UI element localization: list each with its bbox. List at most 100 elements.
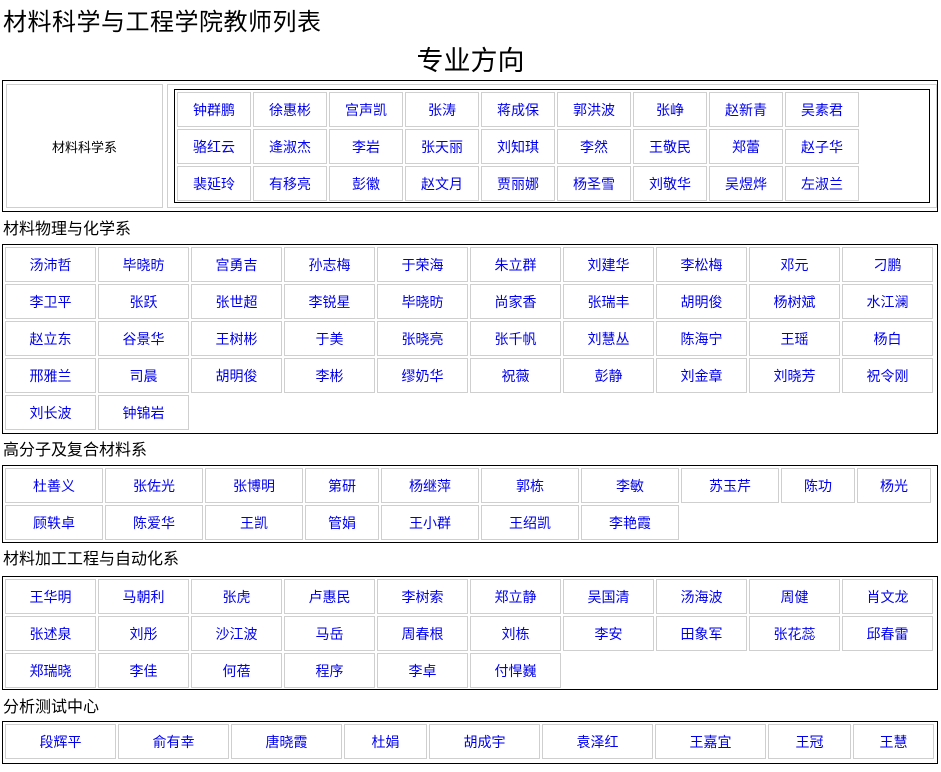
teacher-link[interactable]: 周健 bbox=[749, 579, 840, 614]
teacher-link[interactable]: 于荣海 bbox=[377, 247, 468, 282]
teacher-link[interactable]: 贾丽娜 bbox=[481, 166, 555, 201]
teacher-link[interactable]: 刘彤 bbox=[98, 616, 189, 651]
teacher-link[interactable]: 张峥 bbox=[633, 92, 707, 127]
teacher-link[interactable]: 朱立群 bbox=[470, 247, 561, 282]
teacher-link[interactable]: 刘长波 bbox=[5, 395, 96, 430]
teacher-link[interactable]: 骆红云 bbox=[177, 129, 251, 164]
teacher-link[interactable]: 郑蕾 bbox=[709, 129, 783, 164]
teacher-link[interactable]: 钟锦岩 bbox=[98, 395, 189, 430]
teacher-link[interactable]: 杨白 bbox=[842, 321, 933, 356]
teacher-link[interactable]: 刘慧丛 bbox=[563, 321, 654, 356]
teacher-link[interactable]: 谷景华 bbox=[98, 321, 189, 356]
teacher-link[interactable]: 何蓓 bbox=[191, 653, 282, 688]
teacher-link[interactable]: 顾轶卓 bbox=[5, 505, 103, 540]
teacher-link[interactable]: 程序 bbox=[284, 653, 375, 688]
teacher-link[interactable]: 吴国清 bbox=[563, 579, 654, 614]
teacher-link[interactable]: 水江澜 bbox=[842, 284, 933, 319]
teacher-link[interactable]: 司晨 bbox=[98, 358, 189, 393]
teacher-link[interactable]: 段辉平 bbox=[5, 724, 116, 759]
teacher-link[interactable]: 赵立东 bbox=[5, 321, 96, 356]
teacher-link[interactable]: 有移亮 bbox=[253, 166, 327, 201]
teacher-link[interactable]: 郭栋 bbox=[481, 468, 579, 503]
teacher-link[interactable]: 胡明俊 bbox=[656, 284, 747, 319]
teacher-link[interactable]: 邢雅兰 bbox=[5, 358, 96, 393]
teacher-link[interactable]: 左淑兰 bbox=[785, 166, 859, 201]
teacher-link[interactable]: 张千帆 bbox=[470, 321, 561, 356]
teacher-link[interactable]: 杜善义 bbox=[5, 468, 103, 503]
teacher-link[interactable]: 赵新青 bbox=[709, 92, 783, 127]
teacher-link[interactable]: 马朝利 bbox=[98, 579, 189, 614]
teacher-link[interactable]: 杨树斌 bbox=[749, 284, 840, 319]
teacher-link[interactable]: 张瑞丰 bbox=[563, 284, 654, 319]
teacher-link[interactable]: 李彬 bbox=[284, 358, 375, 393]
teacher-link[interactable]: 张跃 bbox=[98, 284, 189, 319]
teacher-link[interactable]: 李卫平 bbox=[5, 284, 96, 319]
teacher-link[interactable]: 肖文龙 bbox=[842, 579, 933, 614]
teacher-link[interactable]: 李然 bbox=[557, 129, 631, 164]
teacher-link[interactable]: 王瑶 bbox=[749, 321, 840, 356]
teacher-link[interactable]: 李松梅 bbox=[656, 247, 747, 282]
teacher-link[interactable]: 张佐光 bbox=[105, 468, 203, 503]
teacher-link[interactable]: 张博明 bbox=[205, 468, 303, 503]
teacher-link[interactable]: 胡明俊 bbox=[191, 358, 282, 393]
teacher-link[interactable]: 杨圣雪 bbox=[557, 166, 631, 201]
teacher-link[interactable]: 李艳霞 bbox=[581, 505, 679, 540]
teacher-link[interactable]: 吴煜烨 bbox=[709, 166, 783, 201]
teacher-link[interactable]: 陈功 bbox=[781, 468, 855, 503]
teacher-link[interactable]: 李敏 bbox=[581, 468, 679, 503]
teacher-link[interactable]: 王凯 bbox=[205, 505, 303, 540]
teacher-link[interactable]: 钟群鹏 bbox=[177, 92, 251, 127]
teacher-link[interactable]: 郭洪波 bbox=[557, 92, 631, 127]
teacher-link[interactable]: 吴素君 bbox=[785, 92, 859, 127]
teacher-link[interactable]: 赵子华 bbox=[785, 129, 859, 164]
teacher-link[interactable]: 王慧 bbox=[853, 724, 934, 759]
teacher-link[interactable]: 王绍凯 bbox=[481, 505, 579, 540]
teacher-link[interactable]: 彭徽 bbox=[329, 166, 403, 201]
teacher-link[interactable]: 李锐星 bbox=[284, 284, 375, 319]
teacher-link[interactable]: 逄淑杰 bbox=[253, 129, 327, 164]
teacher-link[interactable]: 杨光 bbox=[857, 468, 931, 503]
teacher-link[interactable]: 刘金章 bbox=[656, 358, 747, 393]
teacher-link[interactable]: 刘敬华 bbox=[633, 166, 707, 201]
teacher-link[interactable]: 刁鹏 bbox=[842, 247, 933, 282]
teacher-link[interactable]: 祝薇 bbox=[470, 358, 561, 393]
teacher-link[interactable]: 李卓 bbox=[377, 653, 468, 688]
teacher-link[interactable]: 张涛 bbox=[405, 92, 479, 127]
teacher-link[interactable]: 杜娟 bbox=[344, 724, 427, 759]
teacher-link[interactable]: 王嘉宜 bbox=[655, 724, 766, 759]
teacher-link[interactable]: 毕晓昉 bbox=[98, 247, 189, 282]
teacher-link[interactable]: 沙江波 bbox=[191, 616, 282, 651]
teacher-link[interactable]: 李佳 bbox=[98, 653, 189, 688]
teacher-link[interactable]: 宫声凯 bbox=[329, 92, 403, 127]
teacher-link[interactable]: 郑瑞晓 bbox=[5, 653, 96, 688]
teacher-link[interactable]: 王敬民 bbox=[633, 129, 707, 164]
teacher-link[interactable]: 田象军 bbox=[656, 616, 747, 651]
teacher-link[interactable]: 张晓亮 bbox=[377, 321, 468, 356]
teacher-link[interactable]: 俞有幸 bbox=[118, 724, 229, 759]
teacher-link[interactable]: 裴延玲 bbox=[177, 166, 251, 201]
teacher-link[interactable]: 张虎 bbox=[191, 579, 282, 614]
teacher-link[interactable]: 刘栋 bbox=[470, 616, 561, 651]
teacher-link[interactable]: 汤海波 bbox=[656, 579, 747, 614]
teacher-link[interactable]: 刘晓芳 bbox=[749, 358, 840, 393]
teacher-link[interactable]: 苏玉芹 bbox=[681, 468, 779, 503]
teacher-link[interactable]: 张天丽 bbox=[405, 129, 479, 164]
teacher-link[interactable]: 张世超 bbox=[191, 284, 282, 319]
teacher-link[interactable]: 付悍巍 bbox=[470, 653, 561, 688]
teacher-link[interactable]: 尚家香 bbox=[470, 284, 561, 319]
teacher-link[interactable]: 杨继萍 bbox=[381, 468, 479, 503]
teacher-link[interactable]: 卢惠民 bbox=[284, 579, 375, 614]
teacher-link[interactable]: 祝令刚 bbox=[842, 358, 933, 393]
teacher-link[interactable]: 于美 bbox=[284, 321, 375, 356]
teacher-link[interactable]: 管娟 bbox=[305, 505, 379, 540]
teacher-link[interactable]: 徐惠彬 bbox=[253, 92, 327, 127]
teacher-link[interactable]: 王华明 bbox=[5, 579, 96, 614]
teacher-link[interactable]: 邓元 bbox=[749, 247, 840, 282]
teacher-link[interactable]: 邱春雷 bbox=[842, 616, 933, 651]
teacher-link[interactable]: 王小群 bbox=[381, 505, 479, 540]
teacher-link[interactable]: 刘知琪 bbox=[481, 129, 555, 164]
teacher-link[interactable]: 李岩 bbox=[329, 129, 403, 164]
teacher-link[interactable]: 王树彬 bbox=[191, 321, 282, 356]
teacher-link[interactable]: 蒋成保 bbox=[481, 92, 555, 127]
teacher-link[interactable]: 陈爱华 bbox=[105, 505, 203, 540]
